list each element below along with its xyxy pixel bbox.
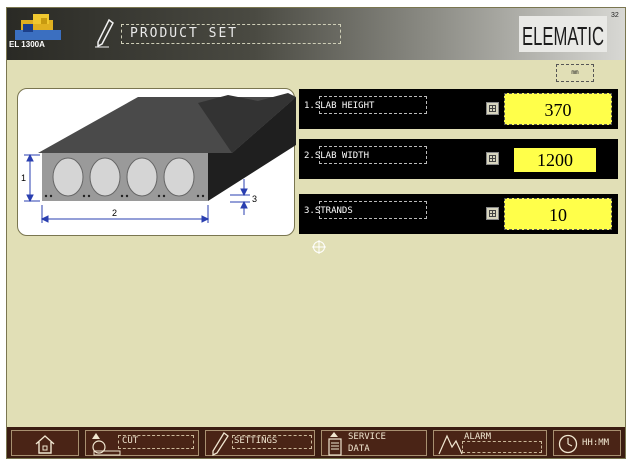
hollow-core-slab-diagram: 1 2 3 [21, 93, 296, 223]
elematic-logo: ELEMATIC [519, 16, 607, 52]
header-bar: EL 1300A PRODUCT SET ELEMATIC 32 [7, 8, 625, 60]
title-frame: PRODUCT SET [121, 24, 341, 44]
crosshair-icon [312, 240, 326, 254]
clock-icon [558, 434, 578, 454]
cut-label: CUT [122, 436, 139, 446]
settings-label-frame [232, 435, 312, 449]
dim-label-strand-cover: 3 [252, 194, 257, 204]
cut-button[interactable]: CUT [85, 430, 199, 456]
home-button[interactable] [11, 430, 79, 456]
service-data-button[interactable]: SERVICE DATA [321, 430, 427, 456]
pen-icon [212, 432, 229, 456]
page-title: PRODUCT SET [130, 26, 239, 41]
dim-label-height: 1 [21, 173, 26, 183]
keypad-icon[interactable] [486, 102, 499, 115]
param-row-slab-width: 2.SLAB WIDTH 1200 [299, 139, 618, 179]
bottom-toolbar: CUT SETTINGS SERVICE DATA ALARM HH:MM [7, 427, 625, 458]
clock-label: HH:MM [582, 438, 610, 448]
app-window: EL 1300A PRODUCT SET ELEMATIC 32 mm 1 2 … [6, 7, 626, 459]
pen-icon [95, 18, 114, 48]
dim-label-width: 2 [112, 208, 117, 218]
alarm-button[interactable]: ALARM [433, 430, 547, 456]
logo-superscript: 32 [611, 12, 619, 19]
strands-input[interactable]: 10 [504, 198, 612, 230]
keypad-icon[interactable] [486, 207, 499, 220]
param-label-strands: 3.STRANDS [304, 206, 353, 216]
home-icon [35, 435, 55, 454]
unit-indicator[interactable]: mm [556, 64, 594, 82]
service-label-line2: DATA [348, 444, 370, 454]
service-label-line1: SERVICE [348, 432, 386, 442]
param-row-slab-height: 1.SLAB HEIGHT 370 [299, 89, 618, 129]
slab-height-input[interactable]: 370 [504, 93, 612, 125]
machine-label: EL 1300A [9, 40, 45, 49]
param-row-strands: 3.STRANDS 10 [299, 194, 618, 234]
alarm-message-frame [462, 441, 542, 453]
keypad-icon[interactable] [486, 152, 499, 165]
machine-icon[interactable] [11, 12, 73, 58]
alarm-curve-icon [438, 434, 463, 455]
slab-diagram-card: 1 2 3 [17, 88, 296, 236]
settings-button[interactable]: SETTINGS [205, 430, 315, 456]
slab-width-input[interactable]: 1200 [512, 146, 598, 174]
param-label-slab-width: 2.SLAB WIDTH [304, 151, 370, 161]
document-icon [328, 432, 342, 456]
clock-button[interactable]: HH:MM [553, 430, 621, 456]
param-label-slab-height: 1.SLAB HEIGHT [304, 101, 375, 111]
logo-text: ELEMATIC [522, 21, 604, 51]
